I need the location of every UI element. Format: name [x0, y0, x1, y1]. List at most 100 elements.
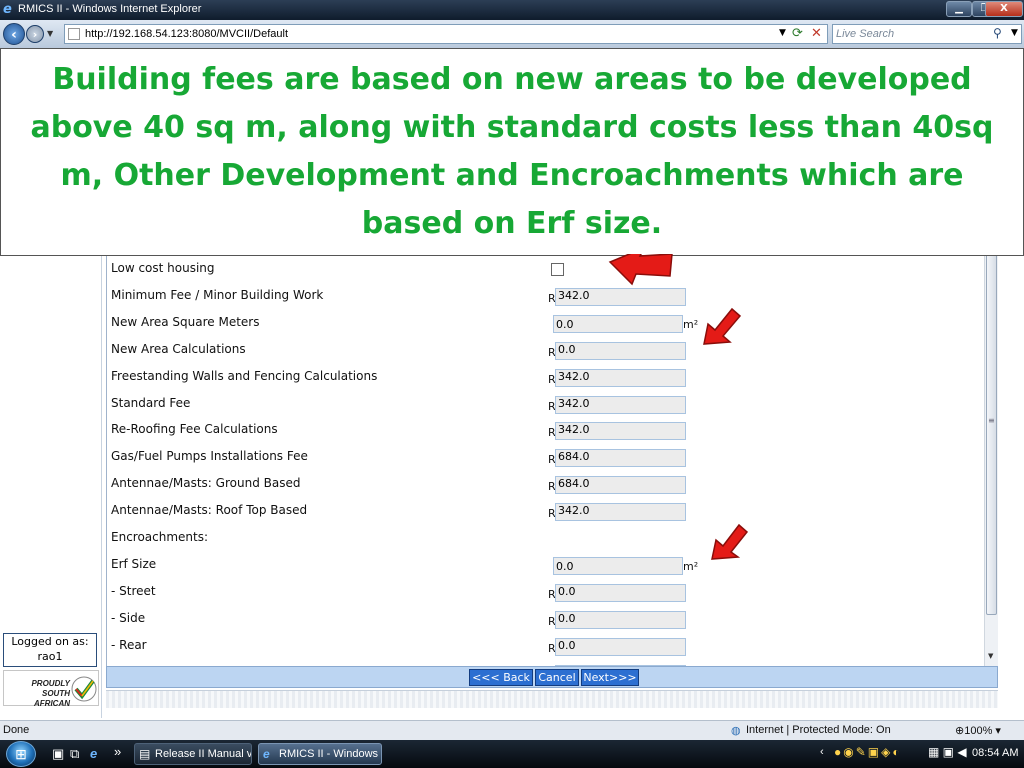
- fee-value-field[interactable]: 342.0: [555, 503, 686, 522]
- form-row-label: - Street: [111, 583, 156, 598]
- minimize-button[interactable]: ▁: [946, 1, 972, 17]
- zoom-level[interactable]: ⊕100% ▾: [955, 724, 1001, 737]
- taskbar: ⊞ ▣ ⧉ e » ▤ Release II Manual v5... e RM…: [0, 740, 1024, 768]
- form-row-label: Gas/Fuel Pumps Installations Fee: [111, 449, 308, 464]
- cancel-button[interactable]: Cancel: [535, 669, 579, 686]
- flag-check-icon: [71, 676, 97, 702]
- caption-overlay: Building fees are based on new areas to …: [0, 48, 1024, 256]
- fee-value-field[interactable]: 684.0: [555, 449, 686, 468]
- fee-value-field[interactable]: 684.0: [555, 476, 686, 495]
- window-title: RMICS II - Windows Internet Explorer: [18, 3, 202, 15]
- logo-line2: SOUTH AFRICAN: [34, 689, 70, 708]
- logo-line1: PROUDLY: [31, 679, 70, 688]
- form-row: Minimum Fee / Minor Building Work R 342.0: [107, 287, 987, 308]
- tray-expand-icon[interactable]: ‹: [820, 746, 824, 758]
- form-row-label: Minimum Fee / Minor Building Work: [111, 287, 324, 302]
- fee-value-field[interactable]: 0.0: [555, 341, 686, 360]
- taskbar-item-rmics[interactable]: e RMICS II - Windows ...: [258, 743, 382, 765]
- form-row: Low cost housing: [107, 261, 987, 281]
- task-label: Release II Manual v5...: [155, 748, 252, 760]
- taskbar-item-release-manual[interactable]: ▤ Release II Manual v5...: [134, 743, 252, 765]
- vertical-scrollbar[interactable]: ≡ ▼: [984, 248, 998, 666]
- form-row-label: - Side: [111, 610, 146, 625]
- history-dropdown-icon[interactable]: ▼: [47, 29, 53, 38]
- area-input-field[interactable]: 0.0: [553, 556, 683, 575]
- search-dropdown-icon[interactable]: ▼: [1011, 28, 1018, 38]
- next-button[interactable]: Next>>>: [581, 669, 639, 686]
- tray-icons[interactable]: ●◉✎▣◈◐: [834, 745, 902, 759]
- security-zone[interactable]: Internet | Protected Mode: On: [746, 724, 891, 736]
- scrollbar-thumb[interactable]: [986, 250, 997, 615]
- show-desktop-icon[interactable]: ▣: [52, 746, 64, 762]
- document-icon: ▤: [139, 747, 151, 761]
- ie-icon: e: [263, 747, 270, 761]
- form-row-label: New Area Square Meters: [111, 314, 260, 329]
- close-button[interactable]: X: [985, 1, 1023, 17]
- form-row-label: Antennae/Masts: Roof Top Based: [111, 503, 308, 518]
- clock[interactable]: 08:54 AM: [972, 747, 1018, 759]
- unit-label: m²: [683, 317, 699, 331]
- fee-form: Low cost housing Minimum Fee / Minor Buil…: [106, 248, 998, 666]
- forward-icon[interactable]: ›: [26, 25, 44, 43]
- start-button[interactable]: ⊞: [6, 741, 36, 767]
- search-input[interactable]: [836, 27, 986, 41]
- form-row-label: Freestanding Walls and Fencing Calculati…: [111, 368, 378, 383]
- ie-quicklaunch-icon[interactable]: e: [90, 746, 97, 761]
- address-toolbar: ‹ › ▼ http://192.168.54.123:8080/MVCII/D…: [0, 20, 1024, 48]
- form-row: - Rear R 0.0: [107, 637, 987, 658]
- form-row-label: New Area Calculations: [111, 341, 246, 356]
- form-row-label: Low cost housing: [111, 261, 215, 275]
- back-icon[interactable]: ‹: [3, 23, 25, 45]
- fee-value-field[interactable]: 0.0: [555, 637, 686, 656]
- username: rao1: [37, 650, 63, 663]
- stop-icon[interactable]: ✕: [811, 26, 822, 41]
- form-row-label: Antennae/Masts: Ground Based: [111, 476, 301, 491]
- globe-icon: ◍: [731, 725, 741, 737]
- horizontal-scrollbar[interactable]: [106, 690, 998, 708]
- fee-value-field[interactable]: 342.0: [555, 395, 686, 414]
- ie-logo-icon: e: [3, 2, 12, 17]
- back-button[interactable]: <<< Back: [469, 669, 533, 686]
- red-arrow-icon: [608, 254, 673, 286]
- form-row-label: - Rear: [111, 637, 147, 652]
- fee-value-field[interactable]: 342.0: [555, 368, 686, 387]
- red-arrow-icon: [711, 523, 749, 560]
- form-row: Re-Roofing Fee Calculations R 342.0: [107, 422, 987, 442]
- form-row-label: Standard Fee: [111, 395, 191, 410]
- form-row: Encroachments:: [107, 530, 987, 550]
- form-row: Gas/Fuel Pumps Installations Fee R 684.0: [107, 449, 987, 469]
- page-icon: [68, 28, 80, 40]
- fee-value-field[interactable]: 0.0: [555, 583, 686, 602]
- logged-on-box: Logged on as: rao1: [3, 633, 97, 667]
- url-text[interactable]: http://192.168.54.123:8080/MVCII/Default: [85, 28, 288, 40]
- search-icon[interactable]: ⚲: [993, 26, 1002, 40]
- red-arrow-icon: [703, 307, 742, 345]
- proudly-south-african-logo: PROUDLY SOUTH AFRICAN: [3, 670, 99, 708]
- form-row-label: Erf Size: [111, 556, 157, 571]
- task-label: RMICS II - Windows ...: [279, 748, 382, 760]
- switch-windows-icon[interactable]: ⧉: [70, 746, 79, 762]
- area-input-field[interactable]: 0.0: [553, 314, 683, 333]
- tray-network-volume-icons[interactable]: ▦ ▣ ◀: [928, 745, 967, 759]
- logged-on-label: Logged on as:: [11, 635, 89, 648]
- search-box[interactable]: ⚲ ▼: [832, 24, 1022, 44]
- form-row: Antennae/Masts: Ground Based R 684.0: [107, 476, 987, 496]
- refresh-icon[interactable]: ⟳: [792, 26, 803, 41]
- title-bar: e RMICS II - Windows Internet Explorer ▁…: [0, 0, 1024, 20]
- fee-value-field[interactable]: 0.0: [555, 610, 686, 629]
- form-row: New Area Calculations R 0.0: [107, 341, 987, 362]
- button-bar: <<< Back Cancel Next>>>: [106, 666, 998, 688]
- quicklaunch-overflow-icon[interactable]: »: [114, 744, 121, 759]
- form-row: Antennae/Masts: Roof Top Based R 342.0: [107, 503, 987, 523]
- status-bar: Done ◍ Internet | Protected Mode: On ⊕10…: [0, 720, 1024, 740]
- status-text: Done: [3, 724, 30, 736]
- fee-value-field[interactable]: 342.0: [555, 422, 686, 441]
- form-row: - Side R 0.0: [107, 610, 987, 631]
- caption-text: Building fees are based on new areas to …: [30, 62, 994, 241]
- form-row: Freestanding Walls and Fencing Calculati…: [107, 368, 987, 389]
- url-field[interactable]: http://192.168.54.123:8080/MVCII/Default…: [64, 24, 828, 44]
- scroll-down-icon[interactable]: ▼: [988, 652, 993, 660]
- low-cost-housing-checkbox[interactable]: [551, 263, 564, 276]
- form-row-label: Re-Roofing Fee Calculations: [111, 422, 278, 437]
- url-dropdown-icon[interactable]: ▼: [779, 28, 786, 38]
